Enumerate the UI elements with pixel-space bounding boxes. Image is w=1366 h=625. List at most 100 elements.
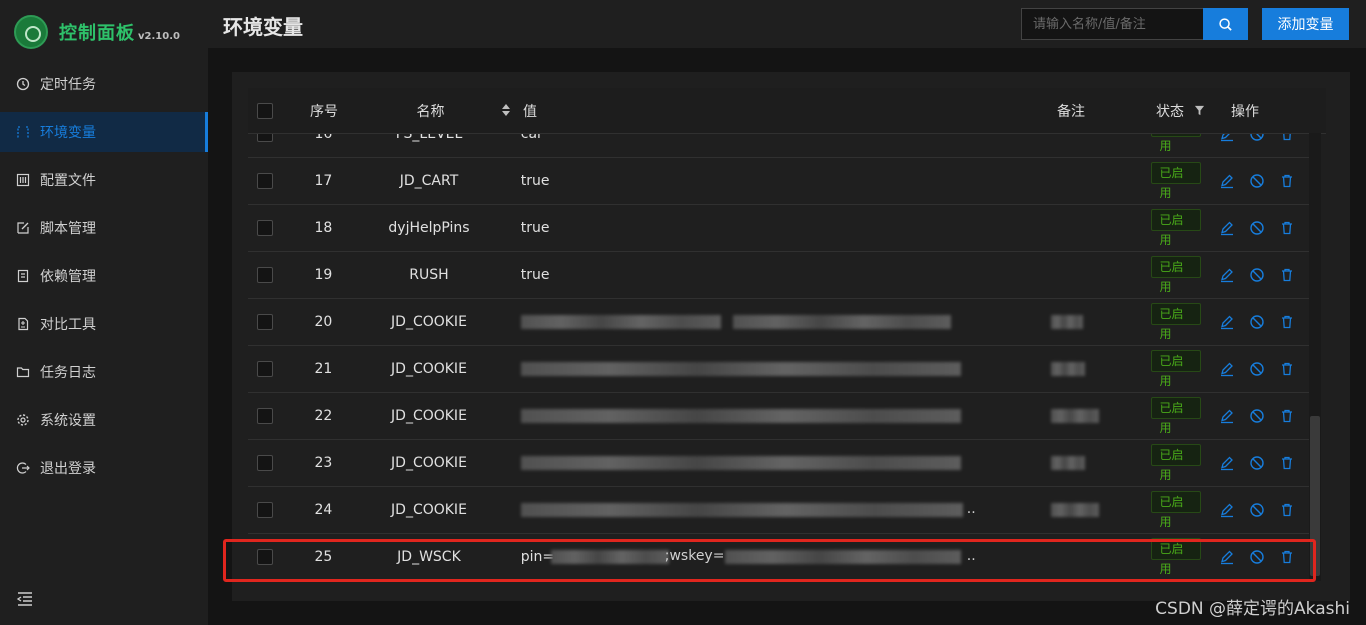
table-row: 22 JD_COOKIE 已启用 — [248, 393, 1309, 440]
col-note: 备注 — [1035, 101, 1134, 121]
disable-icon[interactable] — [1249, 408, 1265, 424]
redacted-value — [520, 315, 721, 329]
delete-icon[interactable] — [1279, 502, 1295, 518]
row-checkbox[interactable] — [257, 502, 273, 518]
sort-icon[interactable] — [501, 103, 511, 117]
row-name: RUSH — [409, 267, 449, 283]
sidebar-item-deps[interactable]: 依赖管理 — [0, 256, 208, 296]
disable-icon[interactable] — [1249, 267, 1265, 283]
diff-icon — [16, 317, 30, 331]
sidebar-item-config[interactable]: 配置文件 — [0, 160, 208, 200]
row-checkbox[interactable] — [257, 408, 273, 424]
table-header: 序号 名称 值 备注 状态 操作 — [248, 88, 1326, 134]
row-no: 20 — [314, 314, 333, 330]
value-text: car — [520, 134, 543, 142]
row-checkbox[interactable] — [257, 267, 273, 283]
col-name-label: 名称 — [416, 103, 445, 120]
disable-icon[interactable] — [1249, 314, 1265, 330]
col-name[interactable]: 名称 — [346, 101, 515, 121]
disable-icon[interactable] — [1249, 134, 1265, 142]
row-no: 21 — [314, 361, 333, 377]
disable-icon[interactable] — [1249, 220, 1265, 236]
value-text: true — [520, 220, 550, 236]
table-body: 16FS_LEVELcar已启用17JD_CARTtrue已启用18dyjHel… — [248, 134, 1309, 582]
row-no: 24 — [314, 502, 333, 518]
row-actions — [1201, 455, 1309, 471]
sidebar-item-env[interactable]: 环境变量 — [0, 112, 208, 152]
delete-icon[interactable] — [1279, 361, 1295, 377]
filter-icon[interactable] — [1194, 105, 1205, 116]
row-checkbox[interactable] — [257, 314, 273, 330]
row-checkbox[interactable] — [257, 361, 273, 377]
row-name: JD_COOKIE — [391, 502, 467, 518]
table-scrollbar[interactable] — [1309, 133, 1321, 581]
row-select-cell — [248, 173, 302, 189]
row-select-cell — [248, 361, 302, 377]
delete-icon[interactable] — [1279, 267, 1295, 283]
edit-icon[interactable] — [1219, 361, 1235, 377]
edit-icon[interactable] — [1219, 173, 1235, 189]
row-select-cell — [248, 455, 302, 471]
row-actions — [1201, 134, 1309, 142]
edit-icon[interactable] — [1219, 455, 1235, 471]
delete-icon[interactable] — [1279, 408, 1295, 424]
sidebar-item-diff[interactable]: 对比工具 — [0, 304, 208, 344]
disable-icon[interactable] — [1249, 455, 1265, 471]
row-no: 16 — [314, 134, 333, 142]
gear-icon — [16, 413, 30, 427]
redacted-note — [1051, 362, 1086, 376]
delete-icon[interactable] — [1279, 220, 1295, 236]
sidebar-item-logout[interactable]: 退出登录 — [0, 448, 208, 488]
search-input[interactable] — [1022, 9, 1203, 39]
logout-icon — [16, 461, 30, 475]
delete-icon[interactable] — [1279, 134, 1295, 142]
sidebar-item-settings[interactable]: 系统设置 — [0, 400, 208, 440]
delete-icon[interactable] — [1279, 173, 1295, 189]
disable-icon[interactable] — [1249, 173, 1265, 189]
row-note — [1028, 134, 1126, 157]
add-variable-button[interactable]: 添加变量 — [1262, 8, 1349, 40]
redacted-value — [732, 315, 951, 329]
brand[interactable]: 控制面板 v2.10.0 — [14, 14, 180, 50]
redacted-note — [1051, 315, 1084, 329]
sliders-icon — [16, 173, 30, 187]
row-name: JD_COOKIE — [391, 455, 467, 471]
redacted-note — [1051, 503, 1100, 517]
row-select-cell — [248, 502, 302, 518]
edit-icon[interactable] — [1219, 134, 1235, 142]
row-checkbox[interactable] — [257, 134, 273, 142]
edit-icon[interactable] — [1219, 408, 1235, 424]
row-value: true — [513, 252, 1029, 298]
edit-icon[interactable] — [1219, 267, 1235, 283]
sidebar-item-logs[interactable]: 任务日志 — [0, 352, 208, 392]
sidebar-item-scripts[interactable]: 脚本管理 — [0, 208, 208, 248]
row-actions — [1201, 173, 1309, 189]
sidebar-item-cron[interactable]: 定时任务 — [0, 64, 208, 104]
row-checkbox[interactable] — [257, 220, 273, 236]
folder-icon — [16, 365, 30, 379]
disable-icon[interactable] — [1249, 502, 1265, 518]
row-value: true — [513, 205, 1029, 251]
edit-icon[interactable] — [1219, 220, 1235, 236]
row-checkbox[interactable] — [257, 173, 273, 189]
search-button[interactable] — [1203, 8, 1248, 40]
row-status: 已启用 — [1126, 490, 1201, 530]
delete-icon[interactable] — [1279, 314, 1295, 330]
disable-icon[interactable] — [1249, 361, 1265, 377]
status-badge: 已启用 — [1151, 161, 1201, 200]
edit-icon[interactable] — [1219, 502, 1235, 518]
table-row: 19 RUSH true 已启用 — [248, 252, 1309, 299]
row-checkbox[interactable] — [257, 455, 273, 471]
status-badge: 已启用 — [1151, 349, 1201, 388]
redacted-value — [520, 456, 961, 470]
row-value — [513, 299, 1029, 345]
edit-icon[interactable] — [1219, 314, 1235, 330]
col-status: 状态 — [1134, 101, 1209, 121]
select-all-checkbox[interactable] — [257, 102, 273, 119]
menu-collapse-icon[interactable] — [16, 590, 34, 608]
table-row: 24 JD_COOKIE.. 已启用 — [248, 487, 1309, 534]
value-text: true — [520, 173, 550, 189]
clock-icon — [16, 77, 30, 91]
delete-icon[interactable] — [1279, 455, 1295, 471]
row-select-cell — [248, 134, 302, 142]
